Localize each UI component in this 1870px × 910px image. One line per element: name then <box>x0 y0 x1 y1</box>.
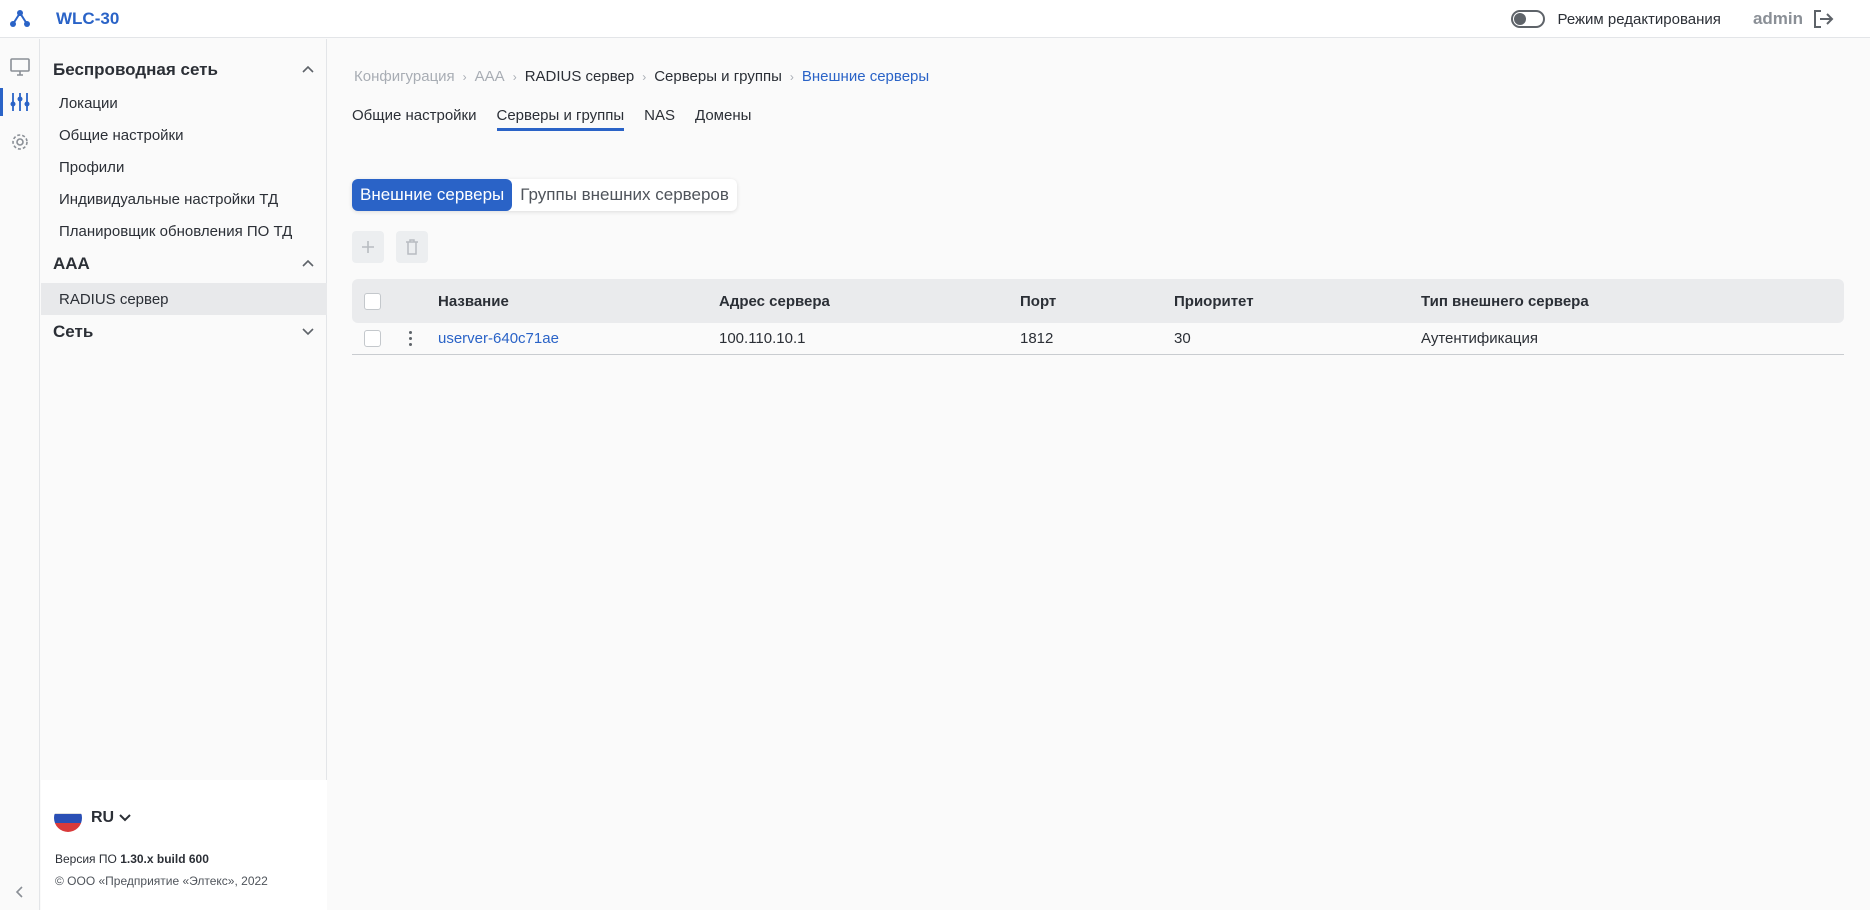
collapse-sidebar-icon[interactable] <box>12 884 28 900</box>
select-all-checkbox[interactable] <box>364 279 381 323</box>
sidebar-item-general-settings[interactable]: Общие настройки <box>41 119 327 151</box>
table-header: Название Адрес сервера Порт Приоритет Ти… <box>352 279 1844 323</box>
logout-icon[interactable] <box>1811 7 1835 31</box>
tab-servers-and-groups[interactable]: Серверы и группы <box>496 107 625 131</box>
segmented-control: Внешние серверы Группы внешних серверов <box>352 179 737 211</box>
segment-external-server-groups[interactable]: Группы внешних серверов <box>512 179 737 211</box>
sidebar-section-aaa[interactable]: AAA <box>53 250 315 278</box>
segment-external-servers[interactable]: Внешние серверы <box>352 179 513 211</box>
logo-icon[interactable] <box>0 0 40 38</box>
plus-icon <box>362 241 374 253</box>
breadcrumb-current: Внешние серверы <box>801 68 930 85</box>
sidebar-footer: RU Версия ПО 1.30.x build 600 © ООО «Пре… <box>41 780 327 910</box>
server-address: 100.110.10.1 <box>719 330 806 347</box>
server-port: 1812 <box>1020 330 1054 347</box>
sidebar-item-locations[interactable]: Локации <box>41 87 327 119</box>
external-servers-table: Название Адрес сервера Порт Приоритет Ти… <box>352 279 1844 355</box>
sidebar-section-title: Беспроводная сеть <box>53 60 218 79</box>
server-name-link[interactable]: userver-640c71ae <box>438 323 559 354</box>
language-code: RU <box>91 809 115 826</box>
tab-nas[interactable]: NAS <box>644 107 675 131</box>
chevron-right-icon: › <box>462 69 467 84</box>
table-row[interactable]: userver-640c71ae 100.110.10.1 1812 30 Ау… <box>352 323 1844 355</box>
sidebar: Беспроводная сеть Локации Общие настройк… <box>41 39 327 910</box>
firmware-version: Версия ПО 1.30.x build 600 <box>55 852 209 866</box>
breadcrumb: Конфигурация › AAA › RADIUS сервер › Сер… <box>354 68 929 85</box>
breadcrumb-item[interactable]: AAA <box>475 68 505 85</box>
delete-button[interactable] <box>396 231 428 263</box>
tab-domains[interactable]: Домены <box>695 107 751 131</box>
tab-bar: Общие настройки Серверы и группы NAS Дом… <box>352 107 771 131</box>
server-priority: 30 <box>1174 330 1191 347</box>
top-bar: WLC-30 Режим редактирования admin <box>0 0 1870 38</box>
column-name[interactable]: Название <box>438 279 509 323</box>
column-priority[interactable]: Приоритет <box>1174 279 1254 323</box>
breadcrumb-item[interactable]: Серверы и группы <box>654 68 782 85</box>
rail-active-indicator <box>0 88 3 116</box>
chevron-up-icon <box>301 255 315 273</box>
edit-mode-label: Режим редактирования <box>1557 10 1721 28</box>
russia-flag-icon <box>54 804 82 832</box>
sidebar-item-profiles[interactable]: Профили <box>41 151 327 183</box>
user-name: admin <box>1752 9 1803 28</box>
add-button[interactable] <box>352 231 384 263</box>
sidebar-section-title: AAA <box>53 254 90 273</box>
language-selector[interactable]: RU <box>54 804 131 832</box>
chevron-right-icon: › <box>642 69 647 84</box>
gear-icon[interactable] <box>8 130 32 154</box>
row-checkbox[interactable] <box>364 323 381 354</box>
row-menu-icon[interactable] <box>409 323 412 354</box>
monitor-icon[interactable] <box>8 55 32 79</box>
chevron-up-icon <box>301 61 315 79</box>
app-title: WLC-30 <box>56 8 120 28</box>
chevron-down-icon <box>301 323 315 341</box>
edit-mode-toggle[interactable] <box>1511 10 1546 28</box>
column-port[interactable]: Порт <box>1020 279 1056 323</box>
column-server-type[interactable]: Тип внешнего сервера <box>1421 279 1589 323</box>
sidebar-section-wireless[interactable]: Беспроводная сеть <box>53 56 315 84</box>
breadcrumb-item[interactable]: RADIUS сервер <box>525 68 635 85</box>
chevron-right-icon: › <box>789 69 794 84</box>
sidebar-item-radius-server[interactable]: RADIUS сервер <box>41 283 327 315</box>
sidebar-section-network[interactable]: Сеть <box>53 318 315 346</box>
sidebar-item-ap-update-scheduler[interactable]: Планировщик обновления ПО ТД <box>41 215 327 247</box>
column-server-address[interactable]: Адрес сервера <box>719 279 830 323</box>
sidebar-item-individual-ap-settings[interactable]: Индивидуальные настройки ТД <box>41 183 327 215</box>
sidebar-section-title: Сеть <box>53 322 94 341</box>
icon-rail <box>0 39 40 910</box>
sliders-icon[interactable] <box>8 90 32 114</box>
chevron-right-icon: › <box>512 69 517 84</box>
tab-general-settings[interactable]: Общие настройки <box>352 107 477 131</box>
trash-icon <box>406 239 418 255</box>
breadcrumb-item[interactable]: Конфигурация <box>354 68 455 85</box>
chevron-down-icon <box>119 809 131 827</box>
server-type: Аутентификация <box>1421 330 1538 347</box>
copyright: © ООО «Предприятие «Элтекс», 2022 <box>55 874 268 888</box>
main-content: Конфигурация › AAA › RADIUS сервер › Сер… <box>328 39 1870 910</box>
